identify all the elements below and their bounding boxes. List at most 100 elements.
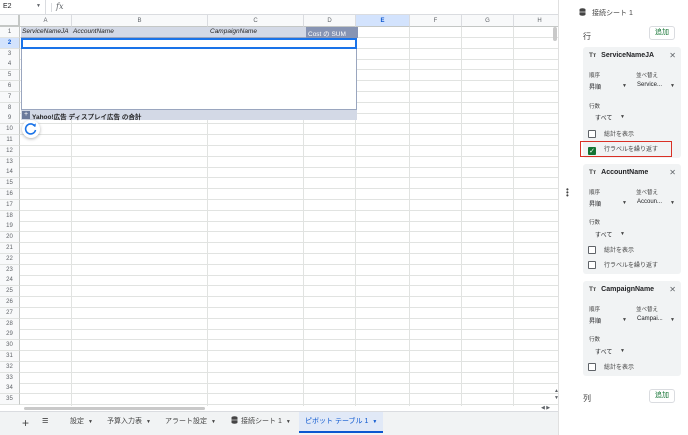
column-header-b[interactable]: B <box>72 15 208 27</box>
row-header-4[interactable]: 4 <box>0 59 20 71</box>
tab-connected-sheet[interactable]: 接続シート 1 ▼ <box>231 412 291 433</box>
gridline <box>20 123 558 125</box>
row-header-2[interactable]: 2 <box>0 37 20 49</box>
select-all-corner[interactable] <box>0 15 20 27</box>
column-header-g[interactable]: G <box>462 15 514 27</box>
row-header-1[interactable]: 1 <box>0 27 20 38</box>
chevron-down-icon[interactable]: ▼ <box>286 419 291 425</box>
sort-by-label: 並べ替え <box>636 307 659 313</box>
tab-budget-input[interactable]: 予算入力表 ▼ <box>107 412 151 433</box>
pivot-header-account[interactable]: AccountName <box>73 28 114 35</box>
add-column-button[interactable]: 追加 <box>649 389 675 403</box>
add-row-button[interactable]: 追加 <box>649 26 675 40</box>
expand-icon[interactable]: + <box>22 111 30 119</box>
column-header-c[interactable]: C <box>208 15 304 27</box>
gridline <box>20 274 558 276</box>
checkbox[interactable] <box>588 130 596 138</box>
horizontal-scrollbar[interactable] <box>24 407 205 410</box>
row-header-26[interactable]: 26 <box>0 297 20 308</box>
row-header-3[interactable]: 3 <box>0 48 20 60</box>
chevron-down-icon[interactable]: ▼ <box>88 419 93 425</box>
pivot-header-cost-sum[interactable]: Cost の SUM <box>306 27 358 38</box>
field-name: Tт AccountName <box>589 169 649 176</box>
order-select[interactable]: 昇順 ▼ <box>589 316 627 325</box>
chevron-down-icon[interactable]: ▼ <box>211 419 216 425</box>
pivot-header-campaign[interactable]: CampaignName <box>210 28 257 35</box>
tab-alert-settings[interactable]: アラート設定 ▼ <box>165 412 216 433</box>
row-header-20[interactable]: 20 <box>0 232 20 244</box>
rows-count-select[interactable]: すべて ▼ <box>595 230 625 239</box>
sort-by-select[interactable]: Service... ▼ <box>637 82 675 89</box>
vertical-scrollbar[interactable] <box>553 27 557 41</box>
row-header-11[interactable]: 11 <box>0 135 20 146</box>
row-header-28[interactable]: 28 <box>0 318 20 330</box>
row-header-27[interactable]: 27 <box>0 307 20 319</box>
order-select[interactable]: 昇順 ▼ <box>589 82 627 91</box>
row-header-9[interactable]: 9 <box>0 113 20 125</box>
pivot-header-service[interactable]: ServiceNameJA <box>22 28 69 35</box>
rows-count-select[interactable]: すべて ▼ <box>595 113 625 122</box>
row-header-33[interactable]: 33 <box>0 372 20 384</box>
chevron-down-icon[interactable]: ▼ <box>372 419 377 425</box>
show-total-checkbox[interactable]: 総計を表示 <box>588 129 634 138</box>
row-header-21[interactable]: 21 <box>0 243 20 254</box>
all-sheets-menu-button[interactable]: ≡ <box>42 415 48 427</box>
sort-by-select[interactable]: Campai... ▼ <box>637 316 675 323</box>
spreadsheet-grid[interactable]: ABCDEFGH 1 2 3 4 5 6 7 8 9 10 11 12 13 14 15 16 17 18 19 20… <box>0 15 558 407</box>
text-field-icon: Tт <box>589 52 597 59</box>
sort-by-select[interactable]: Accoun... ▼ <box>637 199 675 206</box>
checkbox[interactable] <box>588 261 596 269</box>
row-header-6[interactable]: 6 <box>0 81 20 92</box>
close-icon[interactable]: ✕ <box>669 51 676 60</box>
row-header-16[interactable]: 16 <box>0 189 20 200</box>
pivot-header-row: ServiceNameJA AccountName CampaignName C… <box>21 27 358 38</box>
row-header-15[interactable]: 15 <box>0 178 20 190</box>
row-header-13[interactable]: 13 <box>0 156 20 168</box>
tab-pivot-table[interactable]: ピボット テーブル 1 ▼ <box>299 412 384 433</box>
row-header-12[interactable]: 12 <box>0 145 20 157</box>
row-header-34[interactable]: 34 <box>0 383 20 395</box>
row-header-10[interactable]: 10 <box>0 124 20 136</box>
show-total-checkbox[interactable]: 総計を表示 <box>588 362 634 371</box>
row-header-24[interactable]: 24 <box>0 275 20 287</box>
rows-count-select[interactable]: すべて ▼ <box>595 347 625 356</box>
row-header-23[interactable]: 23 <box>0 264 20 276</box>
chevron-down-icon[interactable]: ▼ <box>146 419 151 425</box>
row-header-32[interactable]: 32 <box>0 361 20 373</box>
column-header-h[interactable]: H <box>514 15 558 27</box>
row-header-7[interactable]: 7 <box>0 91 20 103</box>
row-header-18[interactable]: 18 <box>0 210 20 222</box>
show-total-checkbox[interactable]: 総計を表示 <box>588 245 634 254</box>
database-icon <box>231 416 238 424</box>
tab-settings[interactable]: 設定 ▼ <box>70 412 93 433</box>
close-icon[interactable]: ✕ <box>669 285 676 294</box>
chevron-down-icon[interactable]: ▼ <box>36 3 41 9</box>
row-header-17[interactable]: 17 <box>0 199 20 211</box>
row-header-29[interactable]: 29 <box>0 329 20 341</box>
column-header-a[interactable]: A <box>20 15 72 27</box>
add-sheet-button[interactable]: + <box>22 416 29 430</box>
chevron-down-icon: ▼ <box>670 83 675 89</box>
name-box[interactable]: E2 ▼ <box>0 0 46 15</box>
row-header-5[interactable]: 5 <box>0 70 20 82</box>
row-header-19[interactable]: 19 <box>0 221 20 233</box>
checkbox[interactable] <box>588 246 596 254</box>
row-header-14[interactable]: 14 <box>0 167 20 179</box>
close-icon[interactable]: ✕ <box>669 168 676 177</box>
gridline <box>20 393 558 395</box>
column-header-f[interactable]: F <box>410 15 462 27</box>
column-header-d[interactable]: D <box>304 15 356 27</box>
refresh-button[interactable] <box>22 120 40 138</box>
gridline <box>20 231 558 233</box>
row-header-30[interactable]: 30 <box>0 340 20 352</box>
row-header-31[interactable]: 31 <box>0 351 20 362</box>
row-header-25[interactable]: 25 <box>0 286 20 298</box>
row-header-8[interactable]: 8 <box>0 102 20 114</box>
repeat-labels-checkbox[interactable]: 行ラベルを繰り返す <box>588 260 658 269</box>
checkbox[interactable] <box>588 363 596 371</box>
formula-input[interactable] <box>70 3 550 12</box>
row-header-22[interactable]: 22 <box>0 253 20 265</box>
order-select[interactable]: 昇順 ▼ <box>589 199 627 208</box>
row-header-35[interactable]: 35 <box>0 394 20 406</box>
column-header-e[interactable]: E <box>356 15 410 27</box>
